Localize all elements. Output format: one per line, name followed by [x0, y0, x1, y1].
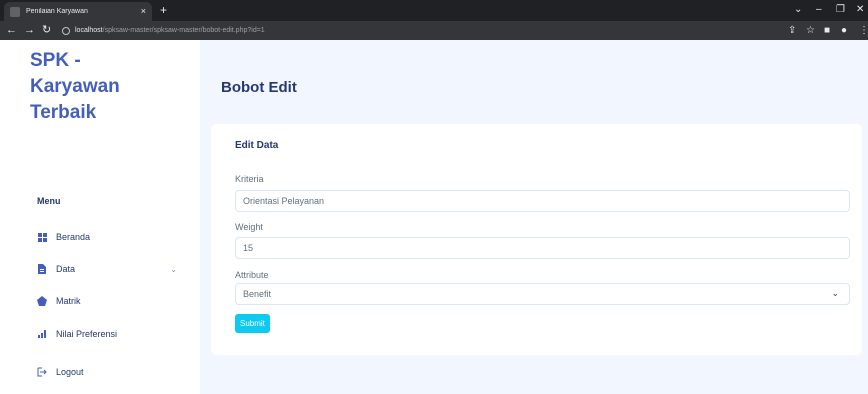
- brand-line: Terbaik: [30, 102, 97, 123]
- profile-icon[interactable]: ●: [841, 22, 847, 39]
- document-icon: [37, 264, 47, 274]
- weight-label: Weight: [235, 222, 263, 232]
- brand-logo[interactable]: SPK - Karyawan Terbaik: [30, 48, 190, 126]
- tab-search-icon[interactable]: ⌄: [794, 2, 802, 18]
- kriteria-label: Kriteria: [235, 174, 264, 184]
- tab-title: Penilaian Karyawan: [26, 8, 88, 15]
- attribute-select[interactable]: Benefit ⌄: [235, 283, 850, 305]
- weight-input[interactable]: 15: [235, 237, 850, 259]
- attribute-value: Benefit: [243, 289, 272, 299]
- sidebar-item-label: Data: [56, 264, 76, 274]
- sidebar-item-nilai-preferensi[interactable]: Nilai Preferensi: [37, 326, 177, 342]
- kriteria-input[interactable]: Orientasi Pelayanan: [235, 190, 850, 212]
- kriteria-value: Orientasi Pelayanan: [243, 196, 325, 206]
- sidebar-item-logout[interactable]: Logout: [37, 364, 177, 380]
- forward-icon[interactable]: →: [24, 22, 35, 39]
- logout-icon: [37, 367, 47, 377]
- tab-close-icon[interactable]: ×: [141, 7, 146, 16]
- menu-dots-icon[interactable]: ⋮: [859, 22, 868, 39]
- grid-icon: [37, 232, 47, 242]
- sidebar-item-label: Beranda: [56, 232, 91, 242]
- bookmark-star-icon[interactable]: ☆: [806, 22, 815, 39]
- sidebar-item-label: Logout: [56, 367, 84, 377]
- browser-toolbar: ← → ↻ localhost /spksaw-master/spksaw-ma…: [0, 21, 868, 40]
- close-window-icon[interactable]: ✕: [856, 2, 864, 18]
- sidebar-item-beranda[interactable]: Beranda: [37, 229, 177, 245]
- sidebar-item-label: Nilai Preferensi: [56, 329, 118, 339]
- browser-tab[interactable]: Penilaian Karyawan ×: [4, 2, 152, 21]
- url-path: /spksaw-master/spksaw-master/bobot-edit.…: [102, 27, 265, 34]
- share-icon[interactable]: ⇪: [788, 22, 796, 39]
- restore-icon[interactable]: ❐: [836, 2, 845, 18]
- attribute-label: Attribute: [235, 270, 269, 280]
- url-host: localhost: [75, 27, 103, 34]
- chevron-down-icon: ⌄: [831, 288, 839, 298]
- browser-tab-bar: Penilaian Karyawan × + ⌄ – ❐ ✕: [0, 0, 868, 21]
- back-icon[interactable]: ←: [6, 22, 17, 39]
- card-title: Edit Data: [235, 140, 279, 151]
- submit-button[interactable]: Submit: [235, 314, 270, 333]
- address-bar[interactable]: localhost /spksaw-master/spksaw-master/b…: [62, 23, 732, 38]
- sidebar-item-label: Matrik: [56, 296, 81, 306]
- sidebar: SPK - Karyawan Terbaik Menu Beranda Data…: [0, 40, 200, 394]
- new-tab-button[interactable]: +: [160, 3, 167, 17]
- edit-card: Edit Data Kriteria Orientasi Pelayanan W…: [211, 124, 862, 355]
- info-icon[interactable]: [62, 26, 70, 35]
- page-title: Bobot Edit: [221, 79, 297, 96]
- brand-line: SPK -: [30, 50, 81, 71]
- extension-icon[interactable]: ■: [824, 22, 830, 39]
- menu-title: Menu: [37, 196, 61, 206]
- favicon-icon: [10, 6, 20, 17]
- sidebar-item-matrik[interactable]: Matrik: [37, 293, 177, 309]
- reload-icon[interactable]: ↻: [42, 22, 51, 39]
- pentagon-icon: [37, 296, 47, 306]
- bar-chart-icon: [37, 329, 47, 339]
- chevron-down-icon: ⌄: [170, 264, 177, 274]
- sidebar-item-data[interactable]: Data ⌄: [37, 261, 177, 277]
- brand-line: Karyawan: [30, 76, 120, 97]
- weight-value: 15: [243, 243, 254, 253]
- minimize-icon[interactable]: –: [816, 2, 822, 18]
